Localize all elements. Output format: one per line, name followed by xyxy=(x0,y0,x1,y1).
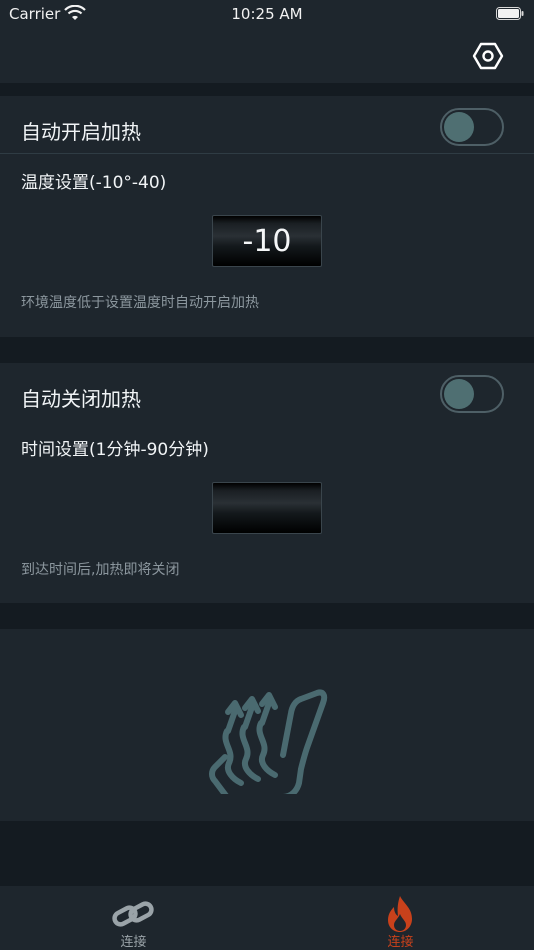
tab-connect-label: 连接 xyxy=(120,935,147,950)
flame-icon xyxy=(388,896,412,932)
empty-area xyxy=(0,821,534,886)
section-gap xyxy=(0,603,534,629)
time-picker[interactable] xyxy=(212,482,322,534)
tab-connect[interactable]: 连接 xyxy=(0,886,267,950)
section-gap xyxy=(0,337,534,363)
settings-icon[interactable] xyxy=(472,40,504,72)
auto-off-toggle[interactable] xyxy=(440,375,504,413)
temperature-hint: 环境温度低于设置温度时自动开启加热 xyxy=(21,295,259,311)
link-icon xyxy=(112,901,154,927)
battery-icon xyxy=(496,7,524,20)
tab-heating[interactable]: 连接 xyxy=(267,886,534,950)
temperature-setting-label: 温度设置(-10°-40) xyxy=(21,173,167,193)
auto-off-title: 自动关闭加热 xyxy=(21,387,141,411)
heated-seat-icon[interactable] xyxy=(205,659,335,794)
auto-off-panel: 自动关闭加热 时间设置(1分钟-90分钟) 到达时间后,加热即将关闭 xyxy=(0,363,534,603)
clock: 10:25 AM xyxy=(231,5,303,23)
time-hint: 到达时间后,加热即将关闭 xyxy=(21,562,180,578)
toggle-knob xyxy=(444,379,474,409)
seat-heater-panel xyxy=(0,629,534,821)
time-setting-label: 时间设置(1分钟-90分钟) xyxy=(21,440,209,460)
auto-on-toggle[interactable] xyxy=(440,108,504,146)
auto-on-title: 自动开启加热 xyxy=(21,120,141,144)
tab-bar: 连接 连接 xyxy=(0,886,534,950)
auto-on-panel: 自动开启加热 温度设置(-10°-40) -10 环境温度低于设置温度时自动开启… xyxy=(0,96,534,337)
status-bar: Carrier 10:25 AM xyxy=(0,0,534,28)
tab-heating-label: 连接 xyxy=(387,935,414,950)
divider xyxy=(0,153,534,154)
nav-bar xyxy=(0,28,534,83)
section-gap xyxy=(0,83,534,96)
temperature-picker[interactable]: -10 xyxy=(212,215,322,267)
toggle-knob xyxy=(444,112,474,142)
